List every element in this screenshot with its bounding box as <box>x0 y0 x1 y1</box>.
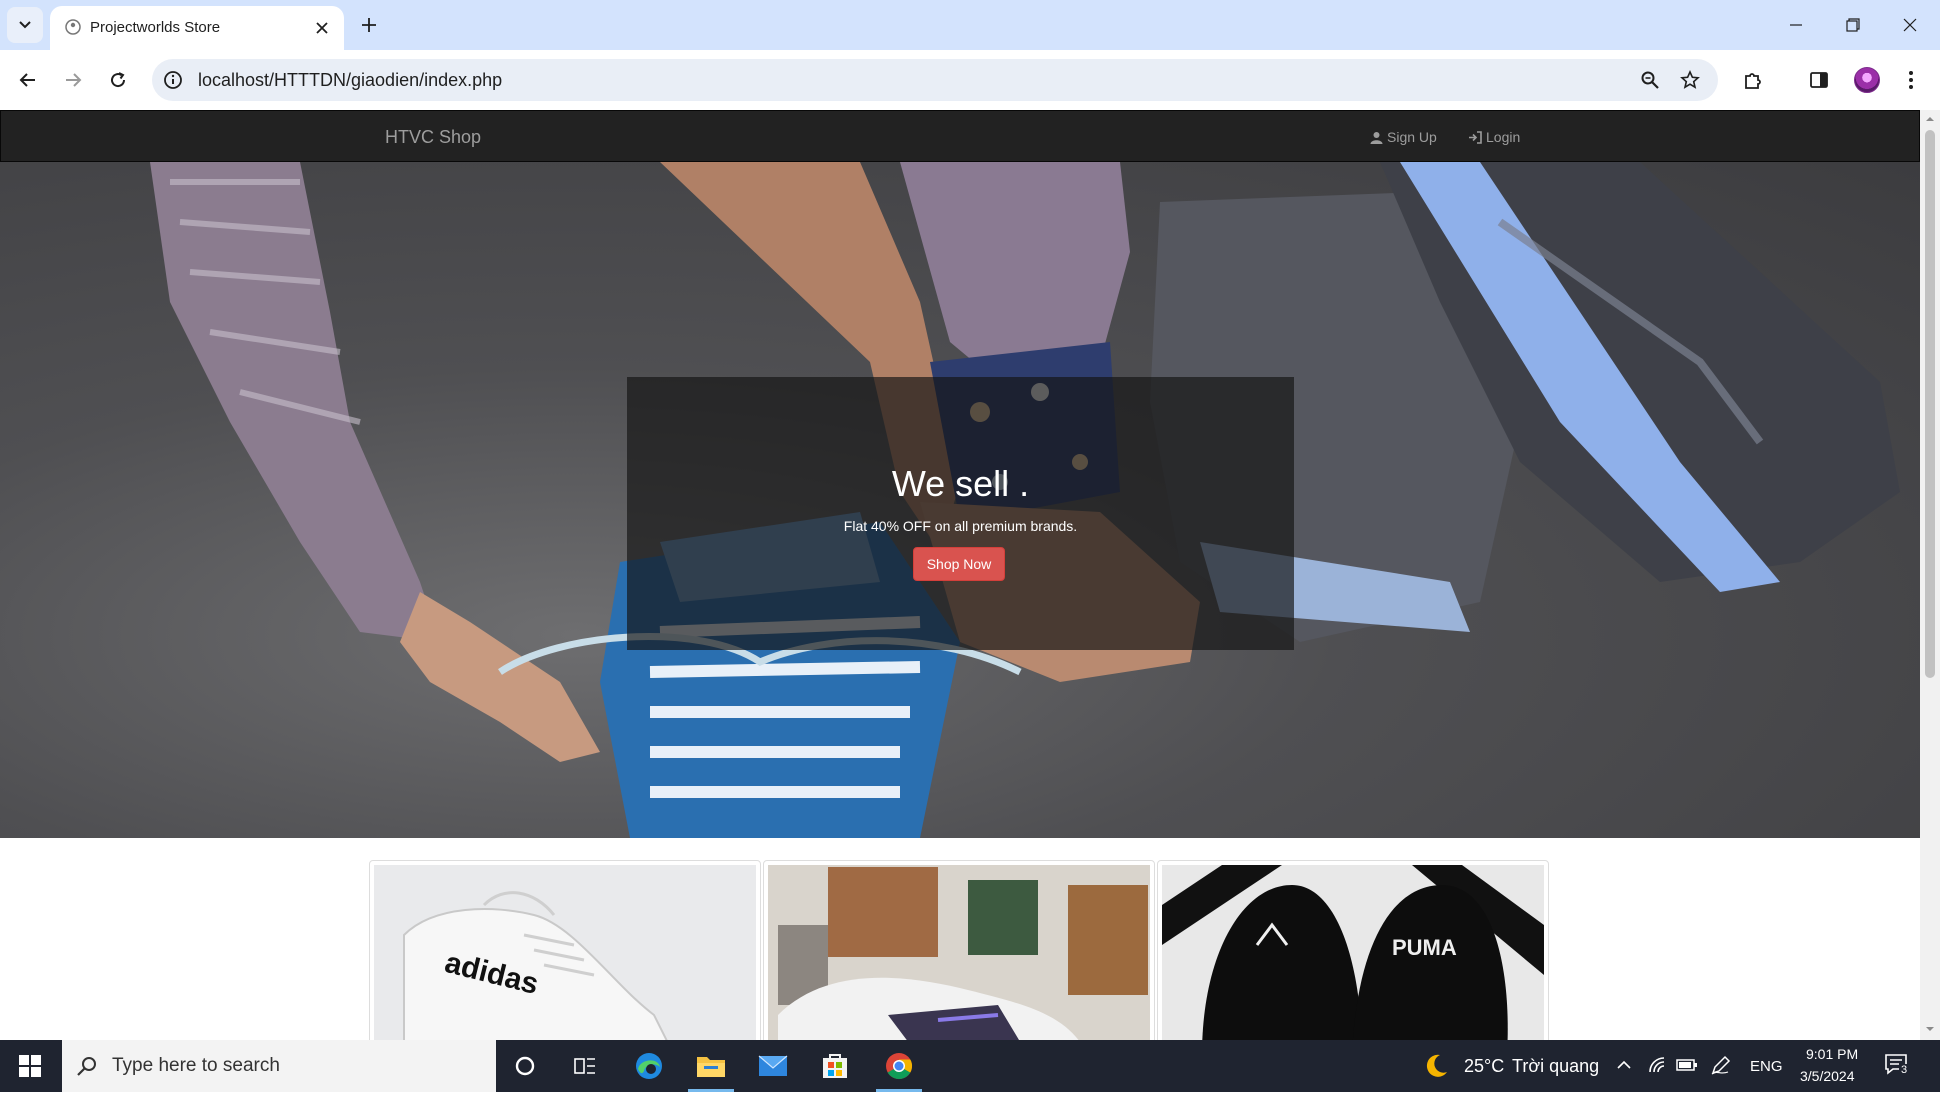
sneaker-illustration <box>403 891 668 1040</box>
sneaker-illustration <box>1162 865 1544 1040</box>
zoom-icon[interactable] <box>1638 68 1662 92</box>
browser-toolbar: localhost/HTTTDN/giaodien/index.php <box>0 50 1940 110</box>
language-indicator[interactable]: ENG <box>1750 1058 1783 1075</box>
restore-button[interactable] <box>1825 0 1881 50</box>
minimize-icon <box>1790 24 1802 26</box>
puma-logo-text: PUMA <box>1392 935 1457 960</box>
tab-close-button[interactable] <box>312 18 332 38</box>
search-icon <box>77 1057 96 1076</box>
battery-icon[interactable] <box>1676 1058 1698 1072</box>
star-icon <box>1680 70 1700 89</box>
edge-app[interactable] <box>620 1040 678 1092</box>
weather-temp[interactable]: 25°C <box>1464 1056 1504 1077</box>
windows-logo-icon <box>19 1055 41 1077</box>
taskbar-search-box[interactable]: Type here to search <box>62 1040 496 1092</box>
page-viewport: HTVC Shop Sign Up Login We sell . Flat 4… <box>0 110 1920 1040</box>
site-info-icon[interactable] <box>162 69 184 91</box>
signup-link[interactable]: Sign Up <box>1370 129 1437 145</box>
pen-icon[interactable] <box>1710 1054 1732 1076</box>
folder-icon <box>697 1057 725 1077</box>
url-text[interactable]: localhost/HTTTDN/giaodien/index.php <box>198 70 502 91</box>
browser-tab[interactable]: Projectworlds Store <box>50 6 344 50</box>
browser-menu-button[interactable] <box>1894 63 1928 97</box>
chrome-icon <box>886 1053 913 1080</box>
restore-icon <box>1846 18 1860 32</box>
plus-icon <box>362 18 376 32</box>
product-card-adidas[interactable]: adidas <box>369 860 761 1040</box>
tab-search-button[interactable] <box>7 7 43 43</box>
back-button[interactable] <box>10 62 46 98</box>
puzzle-icon <box>1745 73 1761 89</box>
login-icon <box>1469 130 1482 144</box>
chevron-up-icon[interactable] <box>1616 1058 1632 1072</box>
close-window-button[interactable] <box>1882 0 1938 50</box>
search-placeholder: Type here to search <box>112 1055 280 1076</box>
store-app[interactable] <box>806 1040 864 1092</box>
site-navbar: HTVC Shop Sign Up Login <box>0 110 1920 162</box>
cortana-icon <box>515 1056 535 1076</box>
edge-icon <box>636 1053 662 1079</box>
arrow-left-icon <box>19 73 35 87</box>
store-icon <box>823 1054 847 1078</box>
close-icon <box>316 22 328 34</box>
scroll-up-icon[interactable] <box>1925 114 1935 124</box>
network-icon[interactable] <box>1648 1056 1668 1074</box>
profile-avatar[interactable] <box>1854 67 1880 93</box>
hero-banner: We sell . Flat 40% OFF on all premium br… <box>0 162 1920 838</box>
tab-title: Projectworlds Store <box>90 19 221 36</box>
clock-time[interactable]: 9:01 PM <box>1806 1046 1858 1062</box>
mail-app[interactable] <box>744 1040 802 1092</box>
task-view-icon <box>574 1058 595 1074</box>
puma-sneaker-image[interactable]: PUMA <box>1162 865 1544 1040</box>
notification-count: 3 <box>1899 1064 1910 1076</box>
hero-subtitle: Flat 40% OFF on all premium brands. <box>843 518 1078 534</box>
sneaker-illustration <box>778 867 1148 1040</box>
cortana-button[interactable] <box>496 1040 554 1092</box>
scroll-thumb[interactable] <box>1925 130 1935 678</box>
site-brand[interactable]: HTVC Shop <box>385 127 481 148</box>
more-vertical-icon <box>1909 71 1913 89</box>
reload-button[interactable] <box>100 62 136 98</box>
task-view-button[interactable] <box>556 1040 614 1092</box>
page-scrollbar[interactable] <box>1920 110 1940 1040</box>
scroll-down-icon[interactable] <box>1925 1024 1935 1034</box>
windows-taskbar: Type here to search 25°C Trời quang ENG … <box>0 1040 1940 1092</box>
file-explorer-app[interactable] <box>682 1040 740 1092</box>
browser-tab-strip: Projectworlds Store <box>0 0 1940 50</box>
start-button[interactable] <box>0 1040 60 1092</box>
weather-description[interactable]: Trời quang <box>1512 1056 1599 1077</box>
collage-sneaker-image[interactable] <box>768 865 1150 1040</box>
chrome-app[interactable] <box>870 1040 928 1092</box>
forward-button[interactable] <box>55 62 91 98</box>
side-panel-button[interactable] <box>1802 63 1836 97</box>
hero-title: We sell . <box>891 463 1030 504</box>
arrow-right-icon <box>66 73 82 87</box>
user-icon <box>1370 131 1383 144</box>
adidas-sneaker-image[interactable]: adidas <box>374 865 756 1040</box>
clock-date[interactable]: 3/5/2024 <box>1800 1068 1855 1084</box>
extensions-button[interactable] <box>1736 63 1770 97</box>
hero-caption-box: We sell . Flat 40% OFF on all premium br… <box>627 377 1294 650</box>
moon-weather-icon[interactable] <box>1422 1052 1450 1080</box>
magnifier-icon <box>1641 71 1659 89</box>
side-panel-icon <box>1810 72 1828 88</box>
shop-now-button[interactable]: Shop Now <box>913 547 1005 581</box>
login-label: Login <box>1486 129 1521 145</box>
product-card-puma[interactable]: PUMA <box>1157 860 1549 1040</box>
close-icon <box>1903 18 1917 32</box>
minimize-button[interactable] <box>1768 0 1824 50</box>
bookmark-star-button[interactable] <box>1678 68 1702 92</box>
chevron-down-icon <box>19 21 31 29</box>
signup-label: Sign Up <box>1387 129 1437 145</box>
mail-icon <box>758 1055 788 1076</box>
page-favicon-icon <box>65 19 81 35</box>
address-bar[interactable]: localhost/HTTTDN/giaodien/index.php <box>152 59 1718 101</box>
reload-icon <box>111 72 126 88</box>
login-link[interactable]: Login <box>1468 129 1520 145</box>
product-card-collage[interactable] <box>763 860 1155 1040</box>
notifications-button[interactable]: 3 <box>1884 1053 1910 1077</box>
new-tab-button[interactable] <box>356 12 382 38</box>
desktop-edge <box>0 1092 1940 1118</box>
